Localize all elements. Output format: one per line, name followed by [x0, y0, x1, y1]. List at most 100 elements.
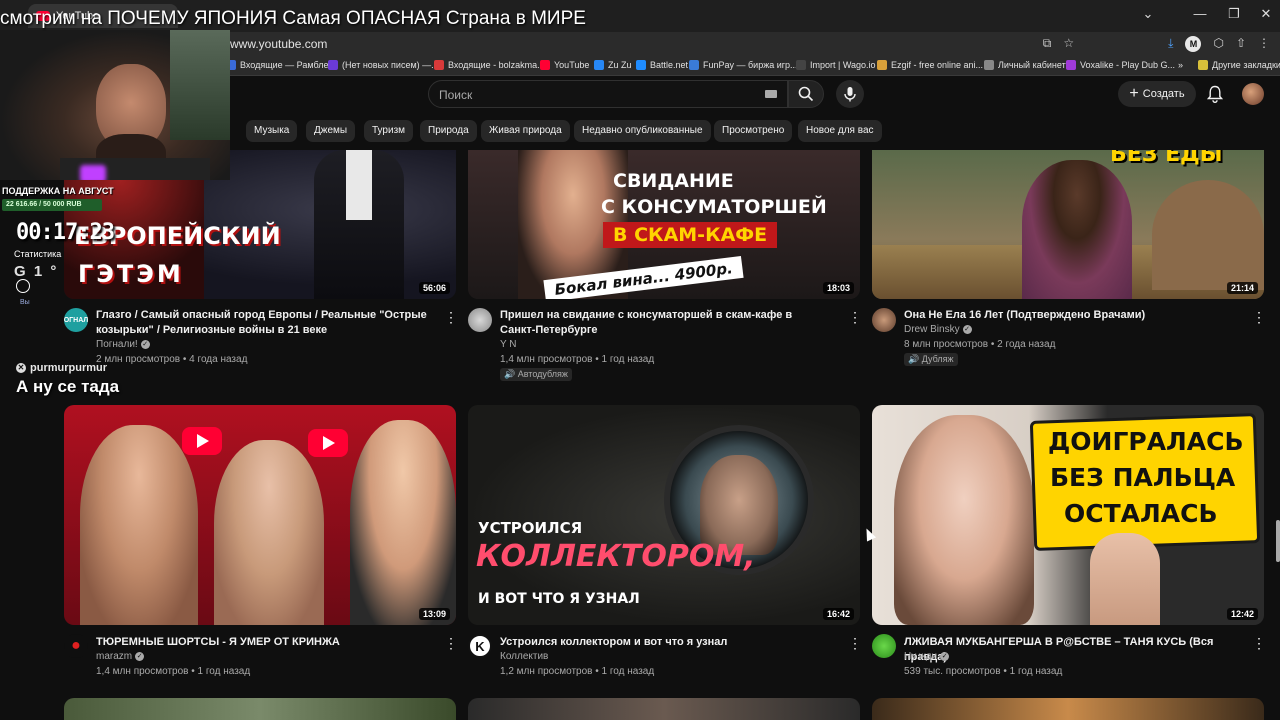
video-thumbnail[interactable]: СВИДАНИЕ С КОНСУМАТОРШЕЙ В СКАМ-КАФЕ Бок… — [468, 150, 860, 299]
thumbnail-art — [346, 150, 372, 220]
video-thumbnail[interactable] — [468, 698, 860, 720]
video-menu-icon[interactable]: ⋮ — [444, 310, 458, 324]
close-icon[interactable]: ✕ — [1254, 6, 1278, 22]
bookmark-item[interactable]: Личный кабинет — [984, 60, 1066, 70]
channel-avatar[interactable] — [872, 308, 896, 332]
create-button[interactable]: + Создать — [1118, 81, 1196, 107]
share-icon[interactable]: ⇧ — [1236, 36, 1246, 52]
bookmark-label: Voxalike - Play Dub G... — [1080, 60, 1176, 70]
chip-recently-uploaded[interactable]: Недавно опубликованные — [574, 120, 711, 142]
bookmark-item[interactable]: Входящие - bolzakma... — [434, 60, 545, 70]
thumbnail-text: СВИДАНИЕ — [613, 170, 734, 192]
thumbnail-text: КОЛЛЕКТОРОМ, — [476, 539, 756, 574]
minimize-icon[interactable]: — — [1188, 6, 1212, 21]
browser-menu-icon[interactable]: ⋮ — [1258, 36, 1270, 52]
video-thumbnail[interactable] — [872, 698, 1264, 720]
video-menu-icon[interactable]: ⋮ — [848, 310, 862, 324]
install-app-icon[interactable]: ⧉ — [1043, 36, 1052, 52]
support-goal-label: ПОДДЕРЖКА НА АВГУСТ — [2, 186, 114, 196]
video-menu-icon[interactable]: ⋮ — [1252, 636, 1266, 650]
bookmark-item[interactable]: Zu Zu — [594, 60, 632, 70]
chip-music[interactable]: Музыка — [246, 120, 298, 142]
other-bookmarks[interactable]: Другие закладки — [1198, 60, 1280, 70]
video-channel[interactable]: Ну жди ✓ — [904, 651, 950, 662]
video-menu-icon[interactable]: ⋮ — [848, 636, 862, 650]
channel-avatar[interactable] — [872, 634, 896, 658]
chip-wildlife[interactable]: Живая природа — [481, 120, 570, 142]
bookmark-label: Личный кабинет — [998, 60, 1066, 70]
video-title[interactable]: Она Не Ела 16 Лет (Подтверждено Врачами) — [904, 308, 1244, 323]
bookmark-item[interactable]: FunPay — биржа игр... — [689, 60, 798, 70]
video-channel[interactable]: marazm ✓ — [96, 651, 145, 662]
verified-check-icon: ✓ — [940, 652, 950, 661]
channel-avatar[interactable] — [468, 308, 492, 332]
bookmark-label: Входящие - bolzakma... — [448, 60, 545, 70]
video-thumbnail[interactable] — [64, 698, 456, 720]
webcam-background — [170, 30, 230, 140]
notifications-bell-icon[interactable] — [1206, 84, 1224, 104]
video-thumbnail[interactable]: УСТРОИЛСЯ КОЛЛЕКТОРОМ, И ВОТ ЧТО Я УЗНАЛ… — [468, 405, 860, 625]
bookmark-star-icon[interactable]: ☆ — [1063, 36, 1074, 52]
video-title[interactable]: Глазго / Самый опасный город Европы / Ре… — [96, 308, 436, 338]
folder-icon — [1198, 60, 1208, 70]
bookmark-item[interactable]: Battle.net — [636, 60, 688, 70]
video-menu-icon[interactable]: ⋮ — [1252, 310, 1266, 324]
chip-nature[interactable]: Природа — [420, 120, 477, 142]
stats-value: G 1 ° — [14, 263, 59, 280]
video-menu-icon[interactable]: ⋮ — [444, 636, 458, 650]
url-text[interactable]: www.youtube.com — [230, 37, 327, 51]
chip-new-to-you[interactable]: Новое для вас — [798, 120, 882, 142]
support-goal-value: 22 616.66 / 50 000 RUB — [6, 201, 82, 208]
video-title[interactable]: ТЮРЕМНЫЕ ШОРТСЫ - Я УМЕР ОТ КРИНЖА — [96, 635, 436, 650]
thumbnail-art — [894, 415, 1034, 625]
video-meta: 1,4 млн просмотров • 1 год назад — [500, 354, 655, 365]
video-thumbnail[interactable]: БЕЗ ЕДЫ 21:14 — [872, 150, 1264, 299]
video-title[interactable]: Пришел на свидание с консуматоршей в ска… — [500, 308, 830, 338]
channel-avatar[interactable]: K — [468, 634, 492, 658]
bookmark-label: YouTube — [554, 60, 590, 70]
user-icon — [16, 279, 30, 293]
bookmark-item[interactable]: (Нет новых писем) —... — [328, 60, 439, 70]
search-input[interactable]: Поиск — [428, 80, 788, 108]
maximize-icon[interactable]: ❐ — [1222, 6, 1246, 22]
video-channel[interactable]: Drew Binsky ✓ — [904, 324, 972, 335]
bookmark-item[interactable]: Входящие — Рамбле... — [226, 60, 336, 70]
thumbnail-text: БЕЗ ЕДЫ — [1110, 150, 1223, 167]
keyboard-icon[interactable] — [765, 90, 777, 98]
chip-tourism[interactable]: Туризм — [364, 120, 414, 142]
video-meta: 1,2 млн просмотров • 1 год назад — [500, 666, 655, 677]
bookmark-item[interactable]: Ezgif - free online ani... — [877, 60, 983, 70]
bookmark-item[interactable]: Voxalike - Play Dub G... — [1066, 60, 1175, 70]
video-title[interactable]: ЛЖИВАЯ МУКБАНГЕРША В Р@БСТВЕ – ТАНЯ КУСЬ… — [904, 635, 1254, 665]
channel-avatar[interactable]: ● — [64, 634, 88, 658]
search-button[interactable] — [788, 80, 824, 108]
chip-jams[interactable]: Джемы — [306, 120, 356, 142]
chip-watched[interactable]: Просмотрено — [714, 120, 793, 142]
download-icon[interactable]: ⤓ — [1168, 36, 1173, 52]
video-thumbnail[interactable]: 13:09 — [64, 405, 456, 625]
tab-search-icon[interactable]: ⌄ — [1136, 6, 1160, 22]
extensions-icon[interactable]: ⬡ — [1213, 36, 1223, 52]
voxalike-icon — [1066, 60, 1076, 70]
video-channel[interactable]: Погнали! ✓ — [96, 339, 150, 350]
video-duration: 18:03 — [822, 282, 854, 294]
chat-message: А ну се тада — [16, 377, 120, 396]
channel-avatar[interactable]: ПОГНАЛИ — [64, 308, 88, 332]
bookmark-item[interactable]: Import | Wago.io — [796, 60, 876, 70]
user-avatar[interactable] — [1242, 83, 1264, 105]
bookmark-label: FunPay — биржа игр... — [703, 60, 798, 70]
webcam-light — [80, 165, 106, 180]
bookmark-label: Zu Zu — [608, 60, 632, 70]
bookmarks-overflow-icon[interactable]: » — [1178, 60, 1183, 70]
video-channel[interactable]: Коллектив — [500, 651, 548, 662]
voice-search-button[interactable] — [836, 80, 864, 108]
thumbnail-art — [350, 420, 456, 625]
bookmark-item[interactable]: YouTube — [540, 60, 589, 70]
video-title[interactable]: Устроился коллектором и вот что я узнал — [500, 635, 830, 650]
create-label: Создать — [1142, 88, 1185, 100]
page-scrollbar[interactable] — [1276, 520, 1280, 562]
profile-icon[interactable]: M — [1185, 36, 1202, 52]
video-thumbnail[interactable]: ДОИГРАЛАСЬ БЕЗ ПАЛЬЦА ОСТАЛАСЬ 12:42 — [872, 405, 1264, 625]
video-channel[interactable]: Y N — [500, 339, 517, 350]
channel-name: Погнали! — [96, 339, 138, 350]
